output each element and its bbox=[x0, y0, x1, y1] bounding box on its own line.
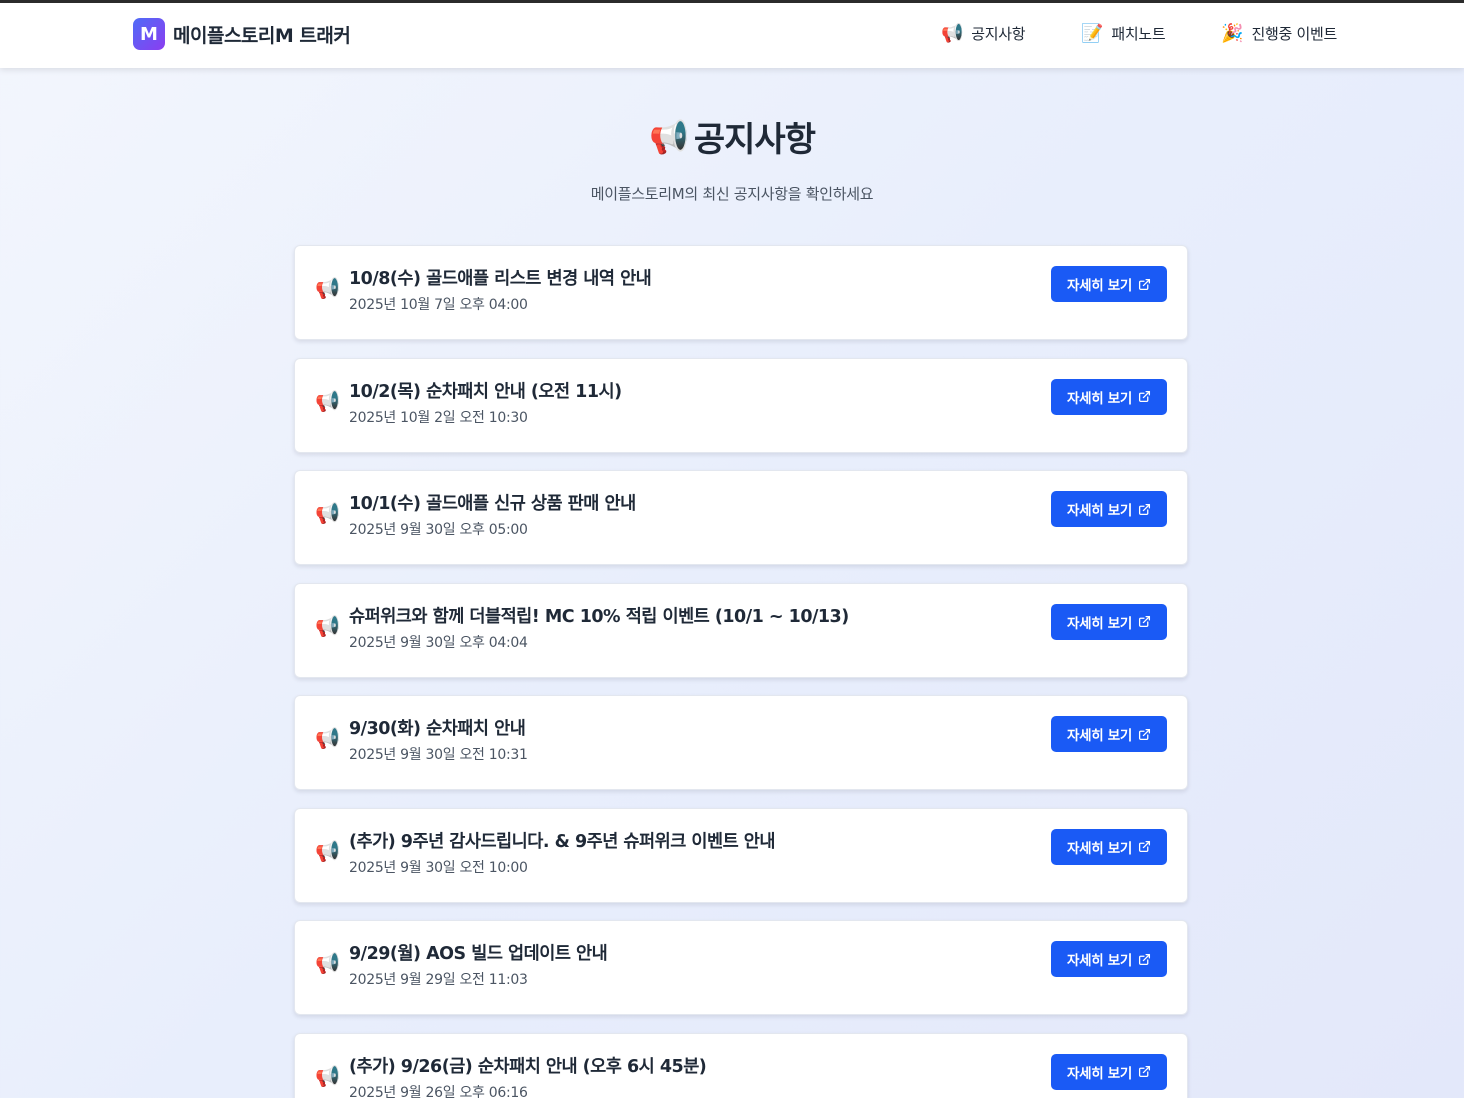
external-link-icon bbox=[1138, 728, 1151, 740]
notice-card: 📢 슈퍼위크와 함께 더블적립! MC 10% 적립 이벤트 (10/1 ~ 1… bbox=[294, 582, 1188, 678]
notice-date: 2025년 9월 30일 오후 05:00 bbox=[349, 522, 528, 538]
megaphone-icon: 📢 bbox=[315, 276, 340, 300]
button-label: 자세히 보기 bbox=[1067, 953, 1132, 969]
button-label: 자세히 보기 bbox=[1067, 503, 1132, 519]
nav-item-notices[interactable]: 📢 공지사항 bbox=[941, 23, 1025, 44]
nav-item-patch-notes[interactable]: 📝 패치노트 bbox=[1081, 23, 1165, 44]
megaphone-icon: 📢 bbox=[315, 501, 340, 525]
nav-item-events[interactable]: 🎉 진행중 이벤트 bbox=[1221, 23, 1337, 44]
notice-date: 2025년 9월 30일 오전 10:00 bbox=[349, 859, 528, 876]
nav-item-label: 진행중 이벤트 bbox=[1251, 25, 1338, 43]
notice-title: 슈퍼위크와 함께 더블적립! MC 10% 적립 이벤트 (10/1 ~ 10/… bbox=[349, 606, 849, 627]
view-details-button[interactable]: 자세히 보기 bbox=[1051, 491, 1167, 527]
external-link-icon bbox=[1138, 278, 1151, 290]
page-subtitle: 메이플스토리M의 최신 공지사항을 확인하세요 bbox=[590, 185, 874, 203]
notice-card: 📢 10/2(목) 순차패치 안내 (오전 11시) 2025년 10월 2일 … bbox=[294, 357, 1188, 453]
main-nav: 📢 공지사항 📝 패치노트 🎉 진행중 이벤트 bbox=[885, 23, 1337, 44]
notice-date: 2025년 9월 29일 오전 11:03 bbox=[349, 972, 528, 988]
page-title: 📢 공지사항 bbox=[649, 112, 816, 161]
notice-card: 📢 10/1(수) 골드애플 신규 상품 판매 안내 2025년 9월 30일 … bbox=[294, 470, 1188, 565]
external-link-icon bbox=[1138, 390, 1151, 403]
button-label: 자세히 보기 bbox=[1067, 840, 1132, 857]
megaphone-icon: 📢 bbox=[315, 951, 340, 975]
notice-date: 2025년 9월 30일 오전 10:31 bbox=[349, 747, 528, 763]
brand-logo: M bbox=[133, 18, 165, 50]
brand[interactable]: M 메이플스토리M 트래커 bbox=[133, 18, 351, 50]
view-details-button[interactable]: 자세히 보기 bbox=[1051, 828, 1167, 865]
notice-card: 📢 10/8(수) 골드애플 리스트 변경 내역 안내 2025년 10월 7일… bbox=[294, 245, 1188, 340]
external-link-icon bbox=[1138, 1065, 1151, 1078]
top-navbar: M 메이플스토리M 트래커 📢 공지사항 📝 패치노트 🎉 진행중 이벤트 bbox=[0, 0, 1464, 68]
notice-date: 2025년 10월 2일 오전 10:30 bbox=[349, 409, 528, 426]
megaphone-icon: 📢 bbox=[315, 388, 340, 413]
notice-card: 📢 9/29(월) AOS 빌드 업데이트 안내 2025년 9월 29일 오전… bbox=[294, 920, 1188, 1015]
memo-icon: 📝 bbox=[1081, 22, 1104, 44]
notice-title: (추가) 9/26(금) 순차패치 안내 (오후 6시 45분) bbox=[349, 1056, 707, 1077]
notice-title: 10/1(수) 골드애플 신규 상품 판매 안내 bbox=[349, 494, 636, 514]
page-title-text: 공지사항 bbox=[693, 120, 816, 160]
notice-date: 2025년 9월 30일 오후 04:04 bbox=[349, 634, 528, 651]
view-details-button[interactable]: 자세히 보기 bbox=[1051, 716, 1167, 752]
notice-title: (추가) 9주년 감사드립니다. & 9주년 슈퍼위크 이벤트 안내 bbox=[349, 831, 776, 852]
external-link-icon bbox=[1138, 840, 1151, 853]
external-link-icon bbox=[1138, 615, 1151, 628]
notice-title: 9/30(화) 순차패치 안내 bbox=[349, 719, 526, 739]
view-details-button[interactable]: 자세히 보기 bbox=[1051, 378, 1167, 415]
megaphone-icon: 📢 bbox=[315, 726, 340, 750]
notice-date: 2025년 9월 26일 오후 06:16 bbox=[349, 1084, 528, 1098]
notice-title: 10/8(수) 골드애플 리스트 변경 내역 안내 bbox=[349, 269, 652, 289]
notice-card: 📢 (추가) 9주년 감사드립니다. & 9주년 슈퍼위크 이벤트 안내 202… bbox=[294, 807, 1188, 903]
external-link-icon bbox=[1138, 953, 1151, 965]
view-details-button[interactable]: 자세히 보기 bbox=[1051, 1053, 1167, 1090]
page-header: 📢 공지사항 메이플스토리M의 최신 공지사항을 확인하세요 bbox=[0, 112, 1464, 204]
notice-title: 9/29(월) AOS 빌드 업데이트 안내 bbox=[349, 944, 608, 964]
view-details-button[interactable]: 자세히 보기 bbox=[1051, 941, 1167, 977]
notice-card: 📢 9/30(화) 순차패치 안내 2025년 9월 30일 오전 10:31 … bbox=[294, 695, 1188, 790]
button-label: 자세히 보기 bbox=[1067, 278, 1132, 294]
megaphone-icon: 📢 bbox=[649, 117, 689, 156]
brand-name: 메이플스토리M 트래커 bbox=[173, 24, 351, 47]
button-label: 자세히 보기 bbox=[1067, 390, 1132, 407]
external-link-icon bbox=[1138, 503, 1151, 515]
button-label: 자세히 보기 bbox=[1067, 728, 1132, 744]
view-details-button[interactable]: 자세히 보기 bbox=[1051, 603, 1167, 640]
notice-list: 📢 10/8(수) 골드애플 리스트 변경 내역 안내 2025년 10월 7일… bbox=[294, 245, 1188, 1098]
megaphone-icon: 📢 bbox=[315, 613, 340, 638]
notice-card: 📢 (추가) 9/26(금) 순차패치 안내 (오후 6시 45분) 2025년… bbox=[294, 1032, 1188, 1098]
button-label: 자세히 보기 bbox=[1067, 615, 1132, 632]
megaphone-icon: 📢 bbox=[315, 838, 340, 863]
notice-date: 2025년 10월 7일 오후 04:00 bbox=[349, 297, 528, 313]
megaphone-icon: 📢 bbox=[941, 22, 964, 44]
notice-title: 10/2(목) 순차패치 안내 (오전 11시) bbox=[349, 381, 622, 402]
party-popper-icon: 🎉 bbox=[1221, 22, 1244, 44]
button-label: 자세히 보기 bbox=[1067, 1065, 1132, 1082]
megaphone-icon: 📢 bbox=[315, 1063, 340, 1088]
nav-item-label: 패치노트 bbox=[1111, 25, 1166, 43]
view-details-button[interactable]: 자세히 보기 bbox=[1051, 266, 1167, 302]
nav-item-label: 공지사항 bbox=[971, 25, 1026, 43]
